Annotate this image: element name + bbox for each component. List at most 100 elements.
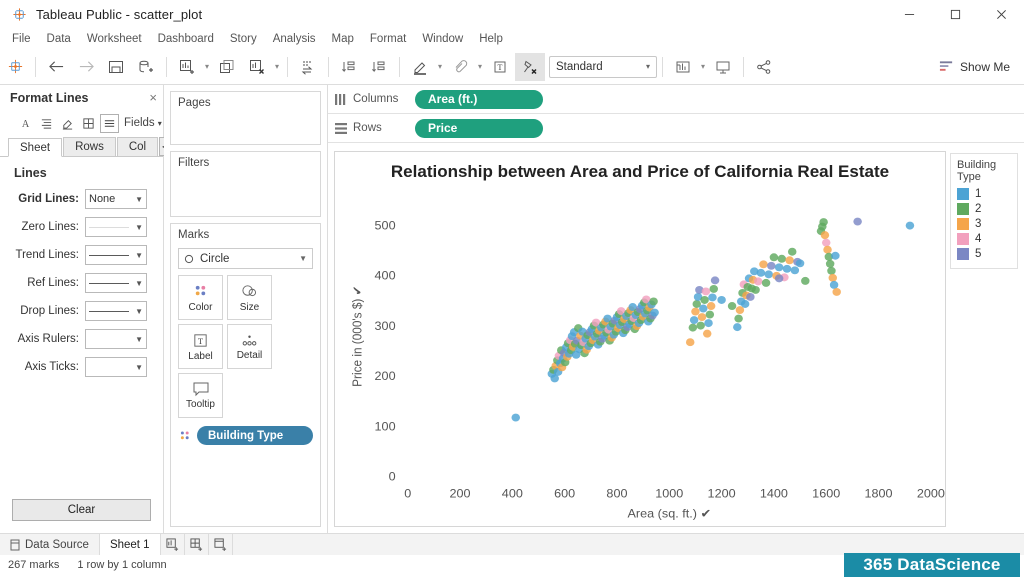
show-me-button[interactable]: Show Me <box>939 60 1010 74</box>
sheet-tab-sheet1[interactable]: Sheet 1 <box>100 534 161 555</box>
save-icon[interactable] <box>101 53 131 81</box>
scatter-point[interactable] <box>706 311 714 319</box>
scatter-point[interactable] <box>775 263 783 271</box>
sort-descending-icon[interactable] <box>364 53 394 81</box>
scatter-point[interactable] <box>707 302 715 310</box>
forward-arrow-icon[interactable] <box>71 53 101 81</box>
size-button[interactable]: Size <box>227 275 272 320</box>
label-button[interactable]: T Label <box>178 324 223 369</box>
menu-item-map[interactable]: Map <box>324 31 362 47</box>
scatter-point[interactable] <box>728 302 736 310</box>
clear-button[interactable]: Clear <box>12 499 151 521</box>
scatter-point[interactable] <box>822 239 830 247</box>
scatter-point[interactable] <box>770 253 778 261</box>
new-worksheet-dropdown-icon[interactable]: ▾ <box>202 53 212 81</box>
menu-item-analysis[interactable]: Analysis <box>265 31 324 47</box>
legend-item[interactable]: 3 <box>957 218 1011 230</box>
axis-rulers-dropdown[interactable]: ▼ <box>85 329 147 349</box>
scatter-point[interactable] <box>649 298 657 306</box>
scatter-point[interactable] <box>791 266 799 274</box>
totals-dropdown-icon[interactable]: ▾ <box>698 53 708 81</box>
borders-icon[interactable] <box>79 114 98 133</box>
scatter-point[interactable] <box>741 300 749 308</box>
scatter-point[interactable] <box>703 330 711 338</box>
scatter-point[interactable] <box>689 324 697 332</box>
trend-lines-dropdown[interactable]: ▼ <box>85 245 147 265</box>
legend-item[interactable]: 4 <box>957 233 1011 245</box>
duplicate-sheet-icon[interactable] <box>212 53 242 81</box>
rows-pill-price[interactable]: Price <box>415 119 543 138</box>
maximize-button[interactable] <box>932 0 978 28</box>
building-type-pill[interactable]: Building Type <box>197 426 313 445</box>
scatter-point[interactable] <box>754 277 762 285</box>
rows-shelf[interactable]: Rows Price <box>328 114 1024 143</box>
fit-dropdown[interactable]: Standard ▾ <box>549 56 657 78</box>
scatter-point[interactable] <box>823 246 831 254</box>
menu-item-help[interactable]: Help <box>471 31 511 47</box>
close-button[interactable] <box>978 0 1024 28</box>
scatter-point[interactable] <box>767 262 775 270</box>
new-worksheet-tab-icon[interactable] <box>161 534 185 555</box>
font-icon[interactable]: A <box>16 114 35 133</box>
scatter-point[interactable] <box>783 265 791 273</box>
scatter-point[interactable] <box>734 315 742 323</box>
scatter-point[interactable] <box>708 294 716 302</box>
scatter-point[interactable] <box>788 248 796 256</box>
presentation-mode-icon[interactable] <box>708 53 738 81</box>
sort-ascending-icon[interactable] <box>334 53 364 81</box>
scatter-point[interactable] <box>796 259 804 267</box>
scatter-point[interactable] <box>704 319 712 327</box>
scatter-point[interactable] <box>700 296 708 304</box>
drop-lines-dropdown[interactable]: ▼ <box>85 301 147 321</box>
grid-lines-dropdown[interactable]: None ▼ <box>85 189 147 209</box>
scatter-point[interactable] <box>778 255 786 263</box>
show-mark-labels-icon[interactable]: T <box>485 53 515 81</box>
close-icon[interactable]: × <box>149 90 157 105</box>
detail-button[interactable]: Detail <box>227 324 272 369</box>
menu-item-window[interactable]: Window <box>414 31 471 47</box>
scatter-point[interactable] <box>785 256 793 264</box>
scatter-point[interactable] <box>762 279 770 287</box>
shading-icon[interactable] <box>58 114 77 133</box>
scatter-point[interactable] <box>698 313 706 321</box>
scatter-point[interactable] <box>821 231 829 239</box>
tab-sheet[interactable]: Sheet <box>8 138 62 157</box>
tableau-home-icon[interactable] <box>0 53 30 81</box>
minimize-button[interactable] <box>886 0 932 28</box>
scatter-point[interactable] <box>906 222 914 230</box>
swap-rows-columns-icon[interactable] <box>293 53 323 81</box>
menu-item-data[interactable]: Data <box>39 31 79 47</box>
menu-item-worksheet[interactable]: Worksheet <box>79 31 150 47</box>
scatter-point[interactable] <box>819 218 827 226</box>
scatter-point[interactable] <box>699 305 707 313</box>
scatter-point[interactable] <box>832 288 840 296</box>
legend-item[interactable]: 5 <box>957 248 1011 260</box>
ref-lines-dropdown[interactable]: ▼ <box>85 273 147 293</box>
scatter-point[interactable] <box>831 252 839 260</box>
scatter-point[interactable] <box>696 322 704 330</box>
filters-card[interactable]: Filters <box>170 151 321 217</box>
totals-icon[interactable] <box>668 53 698 81</box>
axis-ticks-dropdown[interactable]: ▼ <box>85 357 147 377</box>
mark-type-dropdown[interactable]: Circle ▼ <box>178 248 313 269</box>
x-axis-title[interactable]: Area (sq. ft.) ✔ <box>628 507 712 521</box>
scatter-point[interactable] <box>686 338 694 346</box>
fields-dropdown[interactable]: Fields ▾ <box>124 117 162 129</box>
scatter-point[interactable] <box>827 267 835 275</box>
scatter-point[interactable] <box>650 309 658 317</box>
menu-item-dashboard[interactable]: Dashboard <box>150 31 222 47</box>
new-dashboard-tab-icon[interactable] <box>185 534 209 555</box>
scatter-point[interactable] <box>775 274 783 282</box>
color-button[interactable]: Color <box>178 275 223 320</box>
scatter-point[interactable] <box>757 269 765 277</box>
scatter-plot[interactable]: 0100200300400500Price in (000's $) ✔0200… <box>335 186 945 526</box>
scatter-point[interactable] <box>759 260 767 268</box>
scatter-point[interactable] <box>690 316 698 324</box>
alignment-icon[interactable] <box>37 114 56 133</box>
new-data-source-icon[interactable] <box>131 53 161 81</box>
scatter-point[interactable] <box>691 308 699 316</box>
scatter-point[interactable] <box>751 286 759 294</box>
pages-card[interactable]: Pages <box>170 91 321 145</box>
scatter-point[interactable] <box>710 285 718 293</box>
legend-item[interactable]: 2 <box>957 203 1011 215</box>
